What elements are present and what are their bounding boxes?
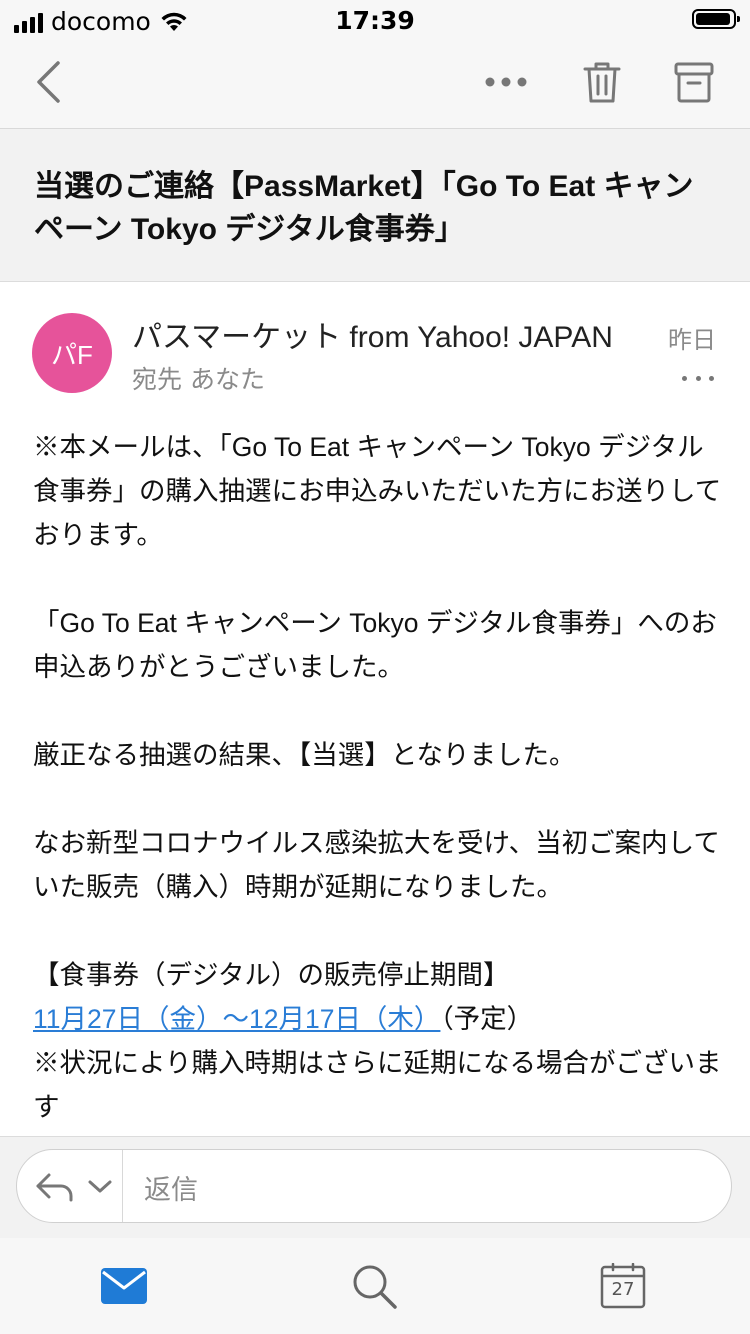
chevron-left-icon [37,61,60,103]
body-date-line: 11月27日（金）～12月17日（木）（予定） [33,997,723,1041]
message-date: 昨日 [668,326,716,354]
date-range-suffix: （予定） [440,1004,534,1034]
mail-icon [101,1268,147,1304]
trash-icon [583,62,621,103]
body-note: ※状況により購入時期はさらに延期になる場合がございます [33,1048,722,1122]
reply-field[interactable]: 返信 [16,1149,732,1223]
reply-options-button[interactable] [35,1168,125,1206]
body-paragraph-delay: なお新型コロナウイルス感染拡大を受け、当初ご案内していた販売（購入）時期が延期に… [33,828,720,902]
back-button[interactable] [20,54,76,110]
sender-avatar[interactable]: パF [32,313,112,393]
archive-button[interactable] [666,54,722,110]
body-paragraph-result: 厳正なる抽選の結果、【当選】となりました。 [33,740,576,770]
message-body: ※本メールは、「Go To Eat キャンペーン Tokyo デジタル食事券」の… [33,425,723,1129]
reply-icon [36,1173,73,1202]
delete-button[interactable] [574,54,630,110]
subject-header: 当選のご連絡【PassMarket】「Go To Eat キャンペーン Toky… [0,129,750,282]
date-range-link[interactable]: 11月27日（金）～12月17日（木） [33,1004,440,1034]
search-icon [353,1265,397,1309]
body-heading-suspension: 【食事券（デジタル）の販売停止期間】 [33,960,510,990]
body-paragraph-thanks: 「Go To Eat キャンペーン Tokyo デジタル食事券」へのお申込ありが… [33,608,717,682]
status-bar: docomo 17:39 [0,0,750,40]
message-subject: 当選のご連絡【PassMarket】「Go To Eat キャンペーン Toky… [34,170,694,246]
chevron-down-icon [88,1180,112,1193]
more-options-button[interactable] [478,54,534,110]
tab-bar: 27 [0,1238,750,1334]
calendar-icon: 27 [600,1263,646,1309]
recipient-line: 宛先 あなた [132,365,265,394]
reply-divider [122,1150,123,1222]
calendar-day-number: 27 [611,1279,635,1300]
reply-bar: 返信 [0,1136,750,1239]
sender-name[interactable]: パスマーケット from Yahoo! JAPAN [132,312,652,356]
tab-search[interactable] [344,1256,404,1316]
body-paragraph-notice: ※本メールは、「Go To Eat キャンペーン Tokyo デジタル食事券」の… [33,432,722,550]
status-time: 17:39 [335,6,415,35]
message-more-button[interactable] [682,364,714,392]
more-horizontal-icon [485,77,527,87]
message-toolbar [0,40,750,129]
tab-calendar[interactable]: 27 [593,1256,653,1316]
battery-icon [692,9,740,29]
reply-input-placeholder[interactable]: 返信 [144,1168,198,1207]
archive-icon [674,62,714,103]
tab-mail[interactable] [94,1256,154,1316]
